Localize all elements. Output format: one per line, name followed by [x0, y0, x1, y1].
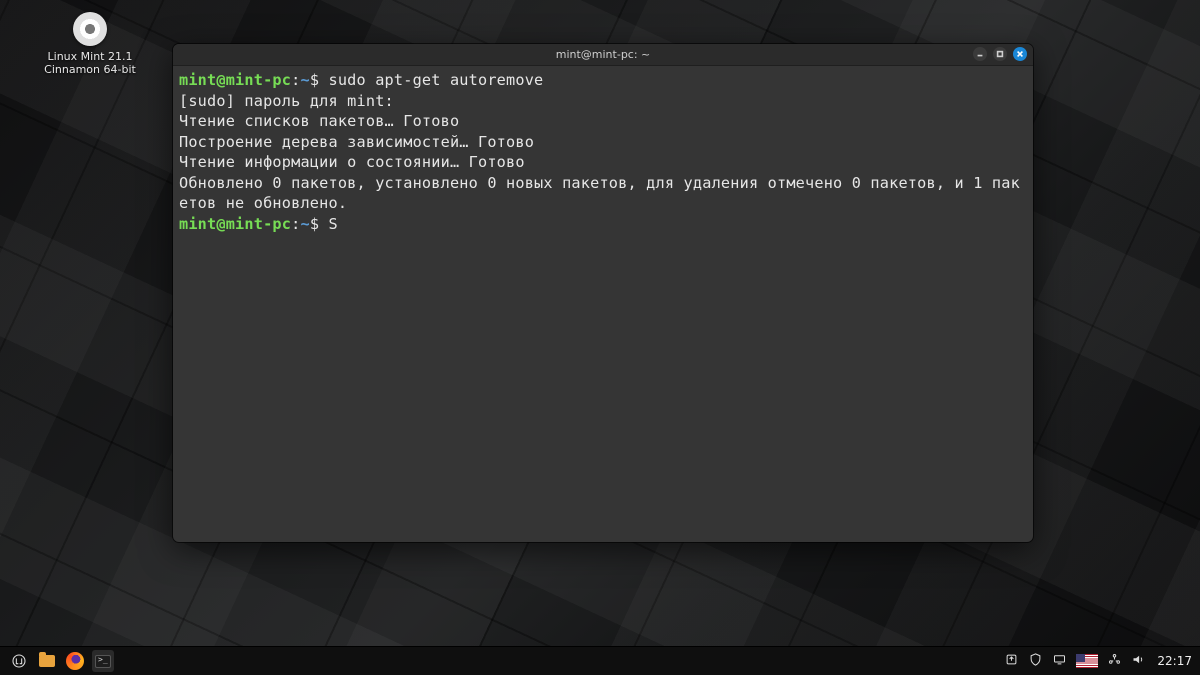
command-1: sudo apt-get autoremove [329, 71, 544, 89]
files-launcher[interactable] [36, 650, 58, 672]
display-tray-icon[interactable] [1052, 652, 1067, 670]
output-line: Чтение информации о состоянии… Готово [179, 153, 525, 171]
output-line: [sudo] пароль для mint: [179, 92, 394, 110]
folder-icon [39, 655, 55, 667]
terminal-icon [95, 655, 111, 668]
disc-icon [73, 12, 107, 46]
terminal-window[interactable]: mint@mint-pc: ~ mint@mint-pc:~$ sudo apt… [173, 44, 1033, 542]
window-title: mint@mint-pc: ~ [556, 48, 651, 61]
desktop-icon-install[interactable]: Linux Mint 21.1 Cinnamon 64-bit [42, 12, 138, 76]
prompt-user: mint [179, 215, 216, 233]
window-titlebar[interactable]: mint@mint-pc: ~ [173, 44, 1033, 66]
command-2: S [329, 215, 338, 233]
minimize-button[interactable] [973, 47, 987, 61]
menu-button[interactable] [8, 650, 30, 672]
desktop-icon-label-line2: Cinnamon 64-bit [42, 63, 138, 76]
firefox-icon [66, 652, 84, 670]
keyboard-layout-flag-icon[interactable] [1076, 654, 1098, 668]
prompt-host: mint-pc [226, 71, 291, 89]
updates-tray-icon[interactable] [1004, 652, 1019, 670]
output-line: Построение дерева зависимостей… Готово [179, 133, 534, 151]
prompt-host: mint-pc [226, 215, 291, 233]
terminal-body[interactable]: mint@mint-pc:~$ sudo apt-get autoremove … [173, 66, 1033, 542]
desktop-icon-label-line1: Linux Mint 21.1 [42, 50, 138, 63]
shield-tray-icon[interactable] [1028, 652, 1043, 670]
firefox-launcher[interactable] [64, 650, 86, 672]
prompt-user: mint [179, 71, 216, 89]
taskbar-clock[interactable]: 22:17 [1157, 654, 1192, 668]
taskbar[interactable]: 22:17 [0, 646, 1200, 675]
volume-tray-icon[interactable] [1131, 652, 1146, 670]
close-button[interactable] [1013, 47, 1027, 61]
terminal-launcher[interactable] [92, 650, 114, 672]
prompt-path: ~ [300, 215, 309, 233]
maximize-button[interactable] [993, 47, 1007, 61]
output-line: Чтение списков пакетов… Готово [179, 112, 459, 130]
prompt-path: ~ [300, 71, 309, 89]
network-tray-icon[interactable] [1107, 652, 1122, 670]
output-line: Обновлено 0 пакетов, установлено 0 новых… [179, 174, 1020, 213]
